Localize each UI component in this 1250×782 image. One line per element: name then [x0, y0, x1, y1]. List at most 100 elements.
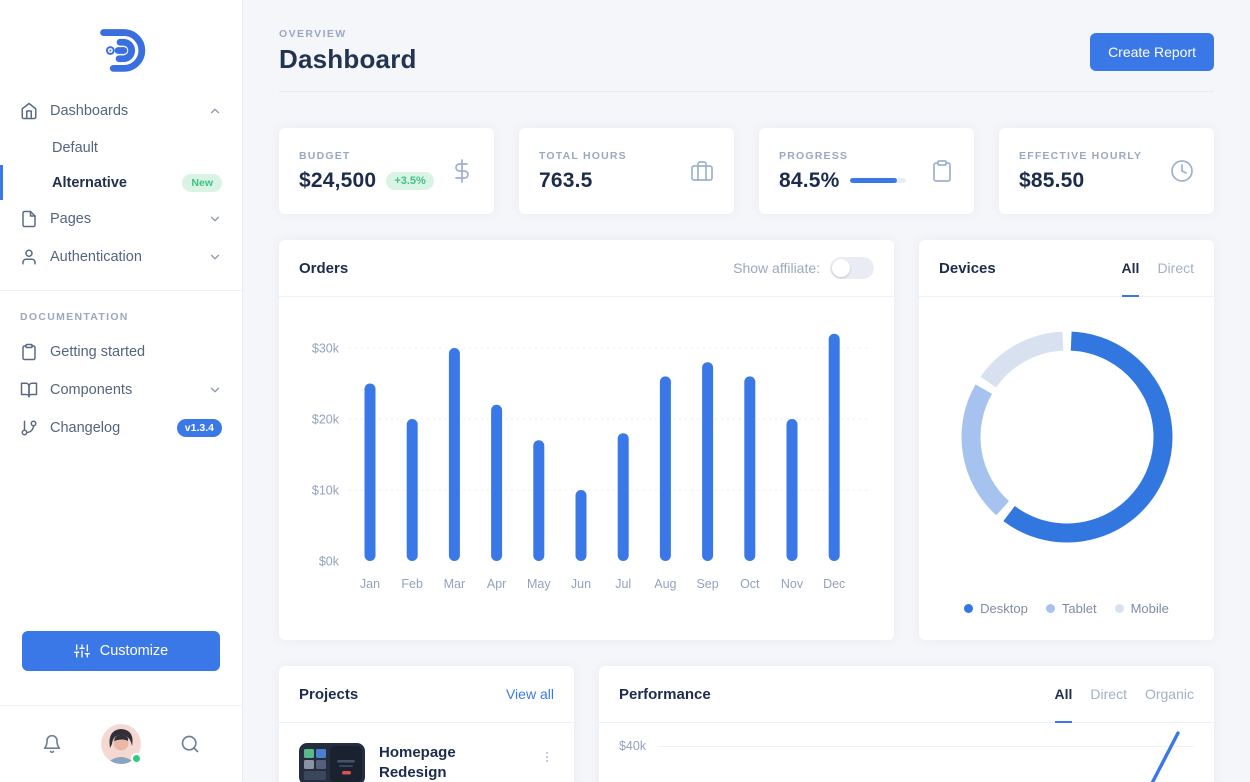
- devices-legend: Desktop Tablet Mobile: [964, 601, 1169, 620]
- svg-text:Jan: Jan: [360, 577, 380, 591]
- svg-text:$30k: $30k: [312, 342, 340, 356]
- stat-card-progress: PROGRESS 84.5%: [759, 128, 974, 214]
- file-icon: [20, 210, 38, 228]
- book-open-icon: [20, 381, 38, 399]
- delta-badge: +3.5%: [386, 171, 434, 190]
- orders-card-title: Orders: [299, 259, 349, 277]
- search-icon[interactable]: [180, 734, 200, 754]
- svg-text:$0k: $0k: [319, 555, 340, 569]
- performance-line-chart: [1146, 731, 1186, 782]
- app-logo[interactable]: [0, 0, 242, 92]
- sidebar-item-changelog[interactable]: Changelog v1.3.4: [0, 409, 242, 447]
- avatar[interactable]: [101, 724, 142, 764]
- orders-bar-chart: $0k $10k $20k $30k Jan Feb Mar Apr May Jun Jul Aug S…: [312, 333, 867, 591]
- stat-value: $24,500: [299, 168, 377, 192]
- view-all-link[interactable]: View all: [506, 686, 554, 702]
- devices-tab-all[interactable]: All: [1121, 240, 1139, 297]
- sidebar-item-label: Getting started: [50, 344, 146, 360]
- version-badge: v1.3.4: [176, 419, 222, 437]
- sidebar-item-components[interactable]: Components: [0, 371, 242, 409]
- sidebar-item-getting-started[interactable]: Getting started: [0, 333, 242, 371]
- performance-tab-direct[interactable]: Direct: [1090, 666, 1127, 722]
- sidebar-item-pages[interactable]: Pages: [0, 200, 242, 238]
- more-options-icon[interactable]: [540, 743, 554, 765]
- sidebar-item-authentication[interactable]: Authentication: [0, 238, 242, 276]
- svg-text:Mar: Mar: [444, 577, 466, 591]
- stat-card-budget: BUDGET $24,500 +3.5%: [279, 128, 494, 214]
- stat-value: $85.50: [1019, 168, 1085, 192]
- stat-card-effective-hourly: EFFECTIVE HOURLY $85.50: [999, 128, 1214, 214]
- sidebar-item-label: Components: [50, 382, 133, 398]
- performance-tab-all[interactable]: All: [1054, 666, 1072, 723]
- sidebar-footer: [0, 705, 242, 782]
- legend-item-tablet: Tablet: [1045, 601, 1097, 616]
- toggle-knob: [832, 259, 851, 277]
- stat-label: TOTAL HOURS: [539, 149, 627, 162]
- chevron-down-icon: [208, 250, 222, 264]
- project-name: Homepage Redesign: [379, 744, 456, 782]
- app-root: Dashboards Default Alternative New Pages: [0, 0, 1250, 782]
- clipboard-icon: [930, 159, 954, 183]
- logo-icon: [100, 29, 146, 72]
- devices-card: Devices All Direct Desktop Tablet Mobile: [919, 240, 1214, 640]
- sidebar-nav: Dashboards Default Alternative New Pages: [0, 92, 242, 276]
- devices-donut-chart: [961, 331, 1172, 543]
- show-affiliate-label: Show affiliate:: [733, 260, 821, 276]
- projects-card: Projects View all Homepage Redesign: [279, 666, 574, 782]
- sidebar-item-label: Changelog: [50, 420, 121, 436]
- sidebar-item-label: Authentication: [50, 249, 142, 265]
- sidebar: Dashboards Default Alternative New Pages: [0, 0, 243, 782]
- performance-tab-organic[interactable]: Organic: [1145, 666, 1194, 722]
- svg-text:May: May: [527, 577, 551, 591]
- customize-button[interactable]: Customize: [22, 631, 220, 671]
- stat-card-total-hours: TOTAL HOURS 763.5: [519, 128, 734, 214]
- online-status-dot: [131, 753, 142, 764]
- performance-gridline: [658, 745, 1194, 747]
- sidebar-item-dashboards[interactable]: Dashboards: [0, 92, 242, 130]
- bell-icon[interactable]: [42, 734, 62, 754]
- customize-label: Customize: [99, 643, 169, 659]
- git-branch-icon: [20, 419, 38, 437]
- stat-value: 763.5: [539, 168, 593, 192]
- svg-text:$10k: $10k: [312, 484, 340, 498]
- stat-label: EFFECTIVE HOURLY: [1019, 149, 1143, 162]
- main-content: OVERVIEW Dashboard Create Report BUDGET …: [243, 0, 1250, 782]
- sidebar-item-default[interactable]: Default: [0, 130, 242, 165]
- svg-text:Apr: Apr: [487, 577, 506, 591]
- sidebar-item-label: Dashboards: [50, 103, 129, 119]
- project-list-item[interactable]: Homepage Redesign: [279, 723, 574, 782]
- chevron-up-icon: [208, 104, 222, 118]
- sidebar-item-alternative[interactable]: Alternative New: [0, 165, 242, 200]
- clock-icon: [1170, 159, 1194, 183]
- svg-text:Dec: Dec: [823, 577, 845, 591]
- projects-card-title: Projects: [299, 685, 359, 703]
- home-icon: [20, 102, 38, 120]
- new-badge: New: [182, 173, 222, 192]
- svg-text:Aug: Aug: [654, 577, 676, 591]
- user-icon: [20, 248, 38, 266]
- legend-dot: [1045, 604, 1055, 613]
- svg-text:Jul: Jul: [615, 577, 631, 591]
- sliders-icon: [73, 643, 90, 659]
- create-report-button[interactable]: Create Report: [1090, 33, 1214, 71]
- clipboard-icon: [20, 343, 38, 361]
- briefcase-icon: [690, 159, 714, 183]
- performance-card: Performance All Direct Organic $40k: [598, 666, 1214, 782]
- stat-label: PROGRESS: [779, 149, 849, 162]
- page-eyebrow: OVERVIEW: [279, 28, 347, 40]
- sidebar-item-label: Default: [52, 139, 98, 156]
- legend-item-mobile: Mobile: [1114, 601, 1169, 616]
- svg-text:Jun: Jun: [571, 577, 591, 591]
- header-divider: [279, 91, 1214, 92]
- progress-bar-fill: [849, 178, 897, 183]
- stat-value: 84.5%: [779, 168, 840, 192]
- devices-tab-direct[interactable]: Direct: [1157, 240, 1194, 296]
- dollar-icon: [450, 159, 474, 183]
- sidebar-item-label: Pages: [50, 211, 92, 227]
- legend-item-desktop: Desktop: [964, 601, 1028, 616]
- svg-text:Sep: Sep: [696, 577, 718, 591]
- svg-text:$20k: $20k: [312, 413, 340, 427]
- sidebar-docs-nav: Getting started Components Changelog v1.…: [0, 333, 242, 447]
- show-affiliate-toggle[interactable]: [830, 257, 875, 279]
- sidebar-section-label: DOCUMENTATION: [20, 311, 129, 323]
